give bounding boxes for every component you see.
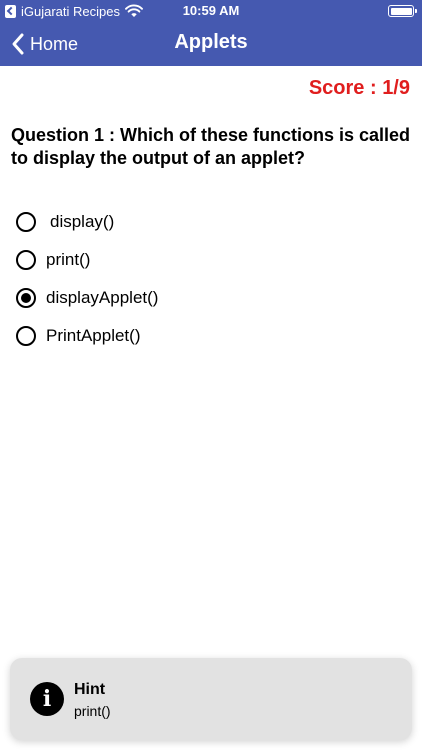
radio-button[interactable] — [16, 326, 36, 346]
hint-toast[interactable]: i Hint print() — [10, 658, 412, 740]
answer-option-print[interactable]: print() — [16, 241, 406, 279]
status-bar: iGujarati Recipes 10:59 AM — [0, 0, 422, 22]
battery-fill — [390, 7, 412, 15]
answer-option-label: print() — [46, 250, 91, 269]
page-title: Applets — [174, 31, 248, 53]
answer-option-displayapplet[interactable]: displayApplet() — [16, 279, 406, 317]
hint-text: print() — [74, 703, 111, 719]
answer-option-label: PrintApplet() — [46, 326, 141, 345]
app-header: iGujarati Recipes 10:59 AM Home Applets — [0, 0, 422, 66]
answer-option-display[interactable]: display() — [16, 203, 406, 241]
score-label: Score : 1/9 — [308, 77, 410, 99]
quiz-screen: iGujarati Recipes 10:59 AM Home Applets — [0, 0, 422, 750]
info-icon: i — [30, 682, 64, 716]
radio-button[interactable] — [16, 288, 36, 308]
answer-option-label: displayApplet() — [46, 288, 159, 307]
radio-button[interactable] — [16, 250, 36, 270]
status-time: 10:59 AM — [182, 3, 240, 18]
radio-button[interactable] — [16, 212, 36, 232]
hint-title: Hint — [74, 681, 106, 698]
battery-icon — [388, 5, 417, 17]
answer-option-printapplet[interactable]: PrintApplet() — [16, 317, 406, 355]
question-text: Question 1 : Which of these functions is… — [11, 125, 411, 168]
answer-options: display() print() displayApplet() PrintA… — [16, 203, 406, 355]
answer-option-label: display() — [50, 212, 115, 231]
navigation-bar: Home Applets — [0, 22, 422, 66]
